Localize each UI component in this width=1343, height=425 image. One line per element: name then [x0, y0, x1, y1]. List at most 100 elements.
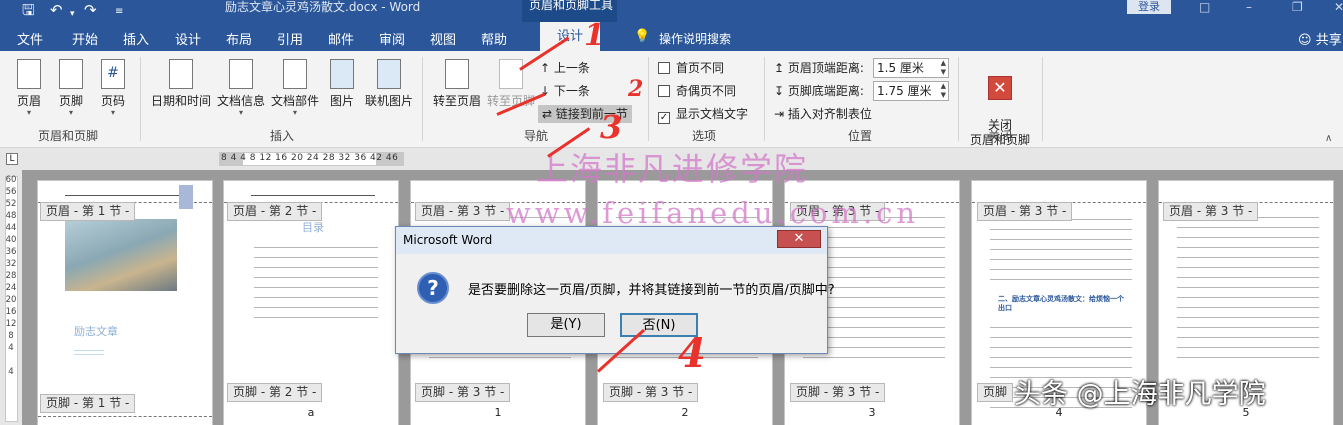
header-section-tag: 页眉 - 第 3 节 - — [977, 202, 1073, 221]
group-label-position: 位置 — [848, 129, 873, 143]
datetime-button[interactable]: 日期和时间 — [150, 59, 212, 109]
annotation-number: 4 — [678, 330, 706, 377]
tab-view[interactable]: 视图 — [430, 29, 456, 48]
share-button[interactable]: ☺ 共享 — [1298, 29, 1342, 48]
page-number: a — [307, 406, 315, 419]
footer-icon — [59, 59, 83, 89]
align-tab-icon: ⇥ — [774, 107, 785, 121]
close-x-icon: ✕ — [988, 76, 1012, 100]
undo-icon[interactable]: ↶ — [50, 2, 63, 18]
tab-file[interactable]: 文件 — [17, 29, 43, 48]
group-separator — [1042, 57, 1043, 141]
customize-qat-icon[interactable]: ≡ — [115, 4, 123, 20]
minimize-icon[interactable]: – — [1246, 0, 1252, 14]
group-separator — [958, 57, 959, 141]
calendar-icon — [169, 59, 193, 89]
spinner-arrows-icon[interactable]: ▲ ▼ — [941, 82, 946, 100]
group-separator — [648, 57, 649, 141]
header-rule — [251, 195, 375, 196]
group-label-header-footer: 页眉和页脚 — [38, 129, 99, 143]
watermark-school-name: 上海非凡进修学院 — [536, 150, 809, 188]
annotation-number: 3 — [600, 108, 623, 146]
docinfo-label: 文档信息 — [216, 94, 265, 108]
tab-selector-icon[interactable]: L — [6, 153, 18, 165]
dialog-titlebar[interactable]: Microsoft Word ✕ — [396, 227, 827, 254]
previous-section-button[interactable]: ↑ 上一条 — [540, 59, 590, 77]
footer-boundary — [38, 416, 212, 417]
dialog-close-icon[interactable]: ✕ — [777, 230, 821, 248]
header-top-distance-input[interactable]: 1.5 厘米 ▲ ▼ — [873, 58, 949, 78]
login-button[interactable]: 登录 — [1127, 0, 1171, 14]
cursor-highlight — [179, 185, 193, 209]
footer-section-tag: 页脚 — [977, 383, 1014, 402]
header-distance-icon: ↥ — [774, 61, 785, 75]
ribbon-display-icon[interactable]: □ — [1199, 0, 1210, 14]
tab-insert[interactable]: 插入 — [123, 29, 149, 48]
toc-title: 目录 — [302, 221, 324, 234]
goto-header-label: 转至页眉 — [432, 94, 481, 108]
different-first-page-checkbox[interactable]: 首页不同 — [658, 59, 724, 77]
header-button[interactable]: 页眉 ▾ — [14, 59, 44, 117]
redo-icon[interactable]: ↷ — [84, 2, 97, 18]
tab-draw-design[interactable]: 设计 — [175, 29, 201, 48]
tab-layout[interactable]: 布局 — [226, 29, 252, 48]
next-label: 下一条 — [553, 84, 590, 98]
page-number: 2 — [681, 406, 689, 419]
chevron-down-icon: ▾ — [26, 108, 31, 117]
yes-button[interactable]: 是(Y) — [527, 313, 605, 337]
share-label: 共享 — [1315, 33, 1342, 48]
chevron-down-icon: ▾ — [68, 108, 73, 117]
group-label-close: 关闭 — [988, 129, 1013, 143]
docinfo-button[interactable]: 文档信息 ▾ — [216, 59, 266, 117]
cover-image — [65, 219, 177, 291]
align-tab-label: 插入对齐制表位 — [787, 107, 872, 121]
odd-even-label: 奇偶页不同 — [676, 84, 737, 98]
save-icon[interactable]: 🖫 — [22, 2, 35, 18]
different-odd-even-checkbox[interactable]: 奇偶页不同 — [658, 82, 736, 100]
body-text-lines — [1177, 211, 1319, 361]
online-picture-button[interactable]: 联机图片 — [364, 59, 414, 109]
picture-button[interactable]: 图片 — [327, 59, 357, 109]
quickparts-button[interactable]: 文档部件 ▾ — [270, 59, 320, 117]
tab-help[interactable]: 帮助 — [481, 29, 507, 48]
watermark-url: www.feifanedu.com.cn — [506, 196, 920, 230]
footer-button[interactable]: 页脚 ▾ — [56, 59, 86, 117]
vertical-ruler[interactable]: 60 56 52 48 44 40 36 32 28 24 20 16 12 8… — [0, 170, 22, 425]
footer-section-tag: 页脚 - 第 3 节 - — [603, 383, 699, 402]
maximize-icon[interactable]: ❐ — [1292, 0, 1303, 14]
goto-header-button[interactable]: 转至页眉 — [432, 59, 482, 109]
word-window: 🖫 ↶ ▾ ↷ ≡ 励志文章心灵鸡汤散文.docx - Word 页眉和页脚工具… — [0, 0, 1343, 425]
next-section-button[interactable]: ↓ 下一条 — [540, 82, 590, 100]
header-section-tag: 页眉 - 第 1 节 - — [40, 202, 136, 221]
link-icon: ⇄ — [542, 107, 553, 121]
footer-bottom-distance-input[interactable]: 1.75 厘米 ▲ ▼ — [873, 81, 949, 101]
confirm-dialog: Microsoft Word ✕ ? 是否要删除这一页眉/页脚，并将其链接到前一… — [395, 226, 835, 354]
close-window-icon[interactable]: ✕ — [1334, 0, 1343, 14]
group-label-navigation: 导航 — [524, 129, 549, 143]
page-number: 3 — [868, 406, 876, 419]
checkbox-unchecked — [658, 62, 670, 74]
collapse-ribbon-icon[interactable]: ∧ — [1325, 133, 1332, 144]
tab-references[interactable]: 引用 — [277, 29, 303, 48]
show-doc-text-label: 显示文档文字 — [676, 107, 749, 121]
footer-section-tag: 页脚 - 第 1 节 - — [40, 394, 136, 413]
checkmark-icon: ✓ — [658, 112, 670, 124]
insert-alignment-tab-button[interactable]: ⇥ 插入对齐制表位 — [774, 105, 872, 123]
show-document-text-checkbox[interactable]: ✓ 显示文档文字 — [658, 105, 748, 124]
tab-mailings[interactable]: 邮件 — [328, 29, 354, 48]
tab-review[interactable]: 审阅 — [379, 29, 405, 48]
ruler-ticks: 8 4 4 8 12 16 20 24 28 32 36 42 46 — [221, 153, 399, 163]
spinner-arrows-icon[interactable]: ▲ ▼ — [941, 59, 946, 77]
datetime-label: 日期和时间 — [150, 94, 211, 108]
tab-home[interactable]: 开始 — [72, 29, 98, 48]
header-icon — [17, 59, 41, 89]
body-text-lines — [990, 213, 1132, 283]
title-bar: 🖫 ↶ ▾ ↷ ≡ 励志文章心灵鸡汤散文.docx - Word 页眉和页脚工具… — [0, 0, 1343, 22]
undo-dropdown-icon[interactable]: ▾ — [70, 6, 75, 22]
page-number-button[interactable]: # 页码 ▾ — [98, 59, 128, 117]
tell-me-search[interactable]: 操作说明搜索 — [659, 30, 731, 47]
page-number: 1 — [494, 406, 502, 419]
footer-bottom-text: 页脚底端距离: — [787, 84, 864, 98]
footer-section-tag: 页脚 - 第 2 节 - — [227, 383, 323, 402]
checkbox-unchecked — [658, 85, 670, 97]
